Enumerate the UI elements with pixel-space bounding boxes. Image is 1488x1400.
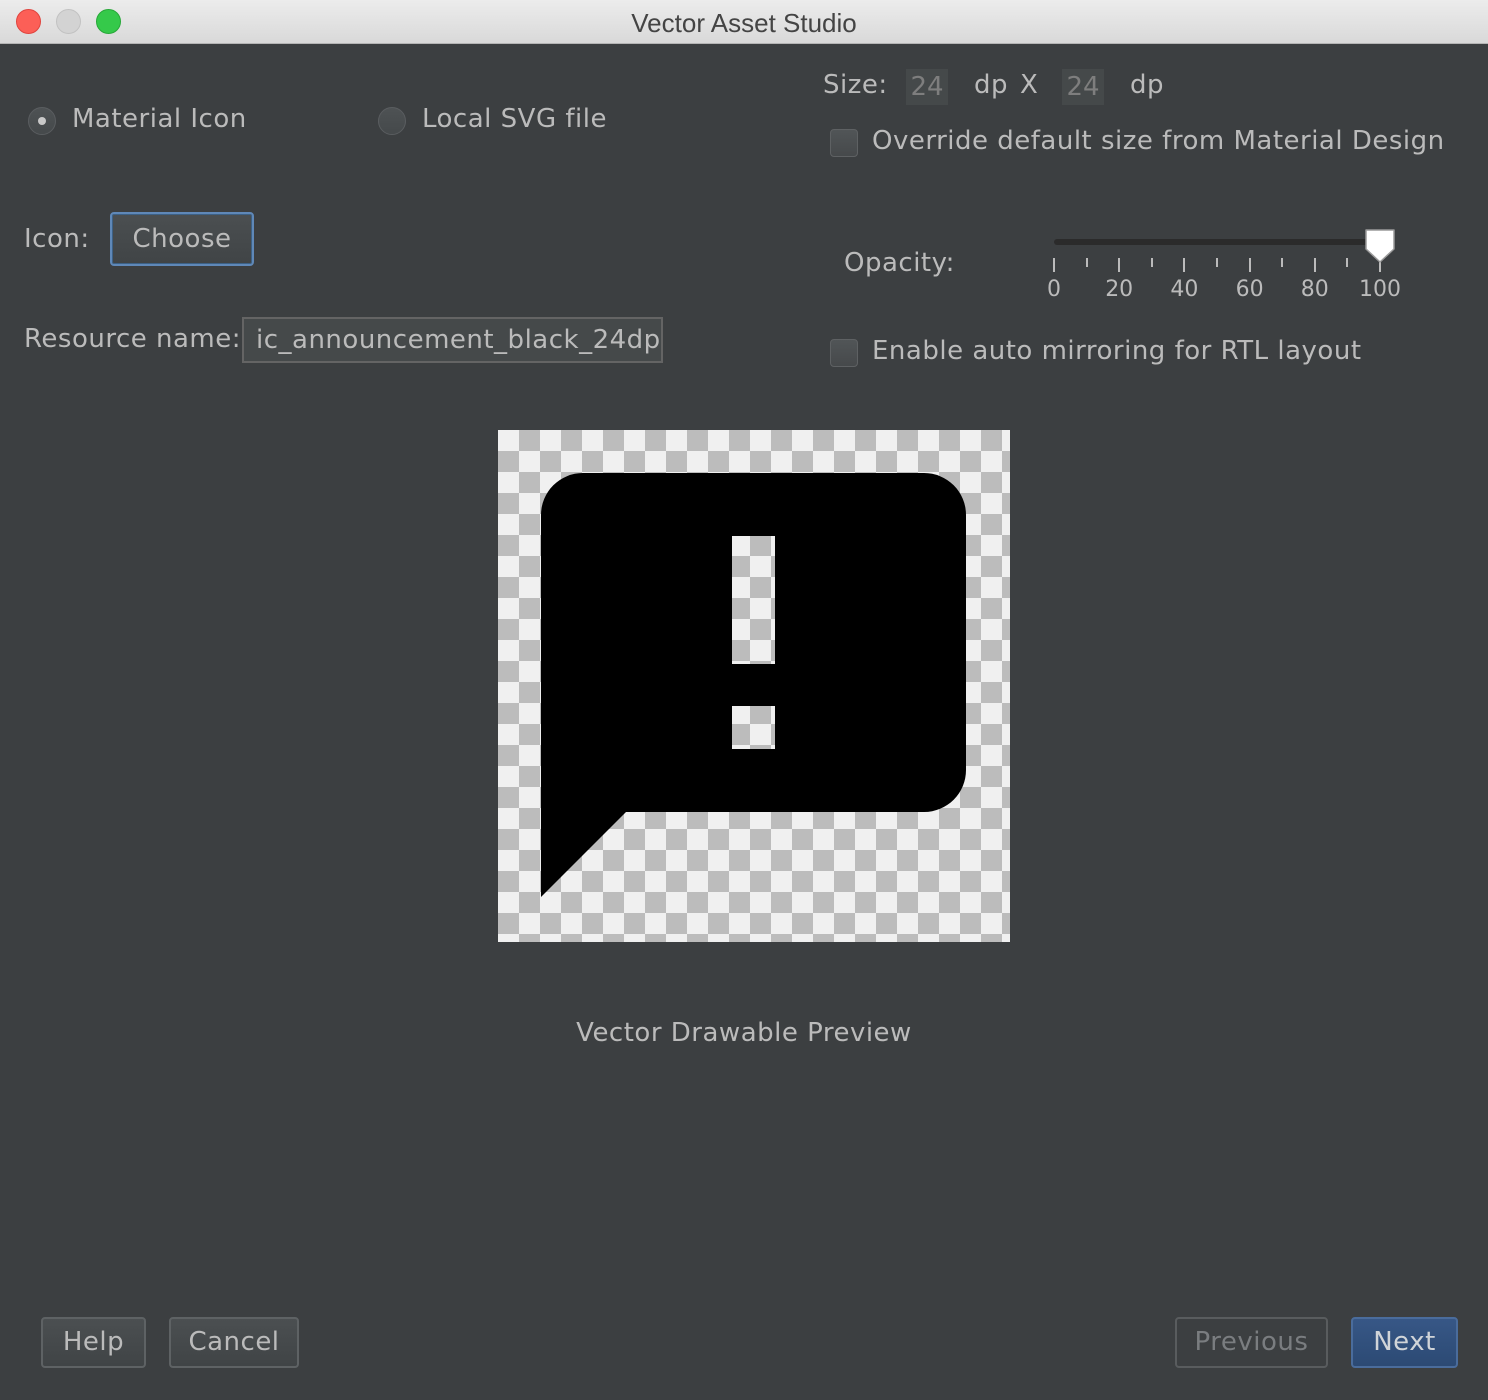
- vector-drawable-preview: [498, 430, 1010, 942]
- icon-label: Icon:: [24, 224, 90, 254]
- size-separator: X: [1020, 70, 1039, 100]
- opacity-slider-tick: [1085, 258, 1088, 267]
- opacity-slider-tick: [1053, 258, 1055, 272]
- opacity-tick-label: 20: [1105, 277, 1134, 302]
- auto-mirror-label[interactable]: Enable auto mirroring for RTL layout: [872, 336, 1362, 366]
- opacity-slider-tick: [1281, 258, 1284, 267]
- opacity-slider-tick: [1216, 258, 1218, 267]
- opacity-slider-tick: [1118, 258, 1121, 272]
- opacity-label: Opacity:: [844, 248, 955, 278]
- announcement-icon: [541, 473, 966, 897]
- opacity-tick-label: 100: [1359, 277, 1401, 302]
- override-size-checkbox[interactable]: [830, 129, 858, 157]
- opacity-tick-label: 80: [1300, 277, 1329, 302]
- opacity-slider-tick: [1248, 258, 1251, 272]
- opacity-tick-label: 0: [1047, 277, 1061, 302]
- opacity-slider-tick: [1346, 258, 1349, 267]
- next-button[interactable]: Next: [1351, 1317, 1458, 1368]
- opacity-slider-tick: [1150, 258, 1153, 267]
- opacity-tick-label: 60: [1235, 277, 1264, 302]
- size-label: Size:: [823, 70, 888, 100]
- previous-button[interactable]: Previous: [1175, 1317, 1328, 1368]
- size-width-unit: dp: [974, 70, 1009, 100]
- preview-caption: Vector Drawable Preview: [576, 1018, 912, 1048]
- local-svg-radio[interactable]: [378, 107, 406, 135]
- auto-mirror-checkbox[interactable]: [830, 339, 858, 367]
- radio-selected-dot: [38, 117, 46, 125]
- resource-name-label: Resource name:: [24, 324, 241, 354]
- help-button[interactable]: Help: [41, 1317, 146, 1368]
- opacity-tick-label: 40: [1170, 277, 1199, 302]
- cancel-button[interactable]: Cancel: [169, 1317, 299, 1368]
- opacity-slider-thumb[interactable]: [1363, 227, 1397, 265]
- material-icon-radio[interactable]: [28, 107, 56, 135]
- window-title: Vector Asset Studio: [631, 8, 857, 38]
- override-size-label[interactable]: Override default size from Material Desi…: [872, 126, 1445, 156]
- vector-asset-studio-window: Vector Asset Studio Material Icon Local …: [0, 0, 1488, 1400]
- opacity-slider-track[interactable]: [1054, 239, 1382, 245]
- size-height-unit: dp: [1130, 70, 1165, 100]
- size-width-input[interactable]: 24: [906, 69, 948, 105]
- resource-name-input[interactable]: ic_announcement_black_24dp: [242, 317, 663, 363]
- title-bar: Vector Asset Studio: [0, 0, 1488, 44]
- choose-icon-button[interactable]: Choose: [110, 212, 254, 266]
- local-svg-label[interactable]: Local SVG file: [422, 104, 607, 134]
- material-icon-label[interactable]: Material Icon: [72, 104, 247, 134]
- opacity-slider-tick: [1313, 258, 1316, 272]
- size-height-input[interactable]: 24: [1062, 69, 1104, 105]
- opacity-slider-tick: [1183, 258, 1186, 272]
